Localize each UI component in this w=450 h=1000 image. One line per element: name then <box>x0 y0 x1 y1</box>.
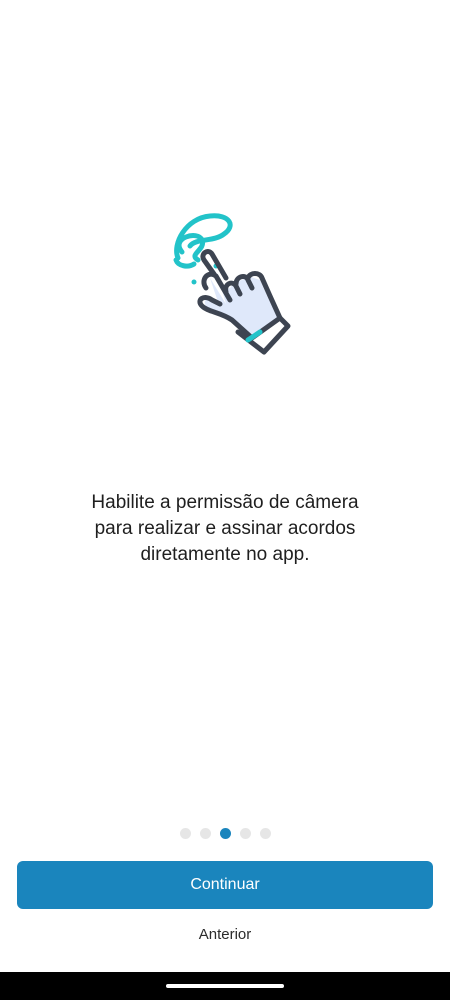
camera-permission-message: Habilite a permissão de câmera para real… <box>91 492 359 565</box>
page-dot-1 <box>179 828 191 839</box>
page-dot-4 <box>239 828 251 839</box>
pagination-dots <box>0 828 450 840</box>
continue-button[interactable]: Continuar <box>17 861 433 909</box>
onboarding-screen: Habilite a permissão de câmera para real… <box>0 0 450 1000</box>
hand-pointer-icon <box>173 213 291 355</box>
page-dot-3-active <box>219 828 231 839</box>
previous-button[interactable]: Anterior <box>0 920 450 948</box>
page-dot-2 <box>199 828 211 839</box>
home-gesture-handle[interactable] <box>166 984 284 988</box>
page-dot-5 <box>259 828 271 839</box>
